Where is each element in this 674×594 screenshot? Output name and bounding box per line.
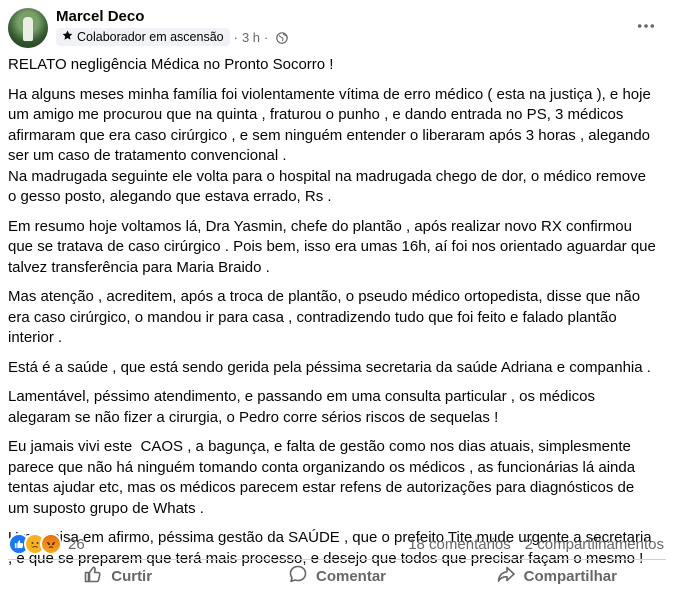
action-bar: Curtir Comentar Compartilhar bbox=[8, 561, 666, 591]
post-paragraph: RELATO negligência Médica no Pronto Soco… bbox=[8, 56, 334, 73]
avatar[interactable] bbox=[8, 8, 48, 48]
post-paragraph: Mas atenção , acreditem, após a troca de… bbox=[8, 288, 645, 346]
post-paragraph: Lamentável, péssimo atendimento, e passa… bbox=[8, 388, 600, 426]
comments-count[interactable]: 18 comentários bbox=[408, 536, 511, 553]
engagement-stats: 26 18 comentários 2 compartilhamentos bbox=[8, 533, 664, 555]
comment-icon bbox=[288, 564, 308, 588]
separator-dot: · bbox=[233, 29, 238, 45]
post-paragraph: Em resumo hoje voltamos lá, Dra Yasmin, … bbox=[8, 217, 661, 276]
comment-label: Comentar bbox=[315, 567, 386, 585]
share-icon bbox=[496, 564, 516, 588]
comment-button[interactable]: Comentar bbox=[227, 561, 446, 591]
stats-right: 18 comentários 2 compartilhamentos bbox=[408, 536, 664, 553]
angry-reaction-icon bbox=[40, 533, 62, 555]
post-paragraph: Ha alguns meses minha família foi violen… bbox=[8, 85, 651, 206]
globe-icon bbox=[272, 30, 289, 45]
facebook-post: Marcel Deco Colaborador em ascensão · 3 … bbox=[0, 0, 674, 594]
thumbs-up-icon bbox=[83, 564, 103, 588]
like-button[interactable]: Curtir bbox=[8, 561, 227, 591]
post-body: RELATO negligência Médica no Pronto Soco… bbox=[8, 55, 658, 578]
more-options-icon[interactable] bbox=[634, 14, 658, 38]
badge-label: Colaborador em ascensão bbox=[77, 30, 224, 44]
post-header: Marcel Deco Colaborador em ascensão · 3 … bbox=[8, 4, 666, 48]
post-paragraph: Eu jamais vivi este CAOS , a bagunça, e … bbox=[8, 438, 640, 517]
star-icon bbox=[62, 30, 73, 44]
like-label: Curtir bbox=[111, 567, 153, 585]
share-label: Compartilhar bbox=[523, 567, 617, 585]
contributor-badge[interactable]: Colaborador em ascensão bbox=[56, 28, 230, 46]
post-meta: Colaborador em ascensão · 3 h · bbox=[56, 28, 289, 46]
share-button[interactable]: Compartilhar bbox=[447, 561, 666, 591]
separator-dot: · bbox=[264, 29, 269, 45]
divider bbox=[8, 559, 666, 560]
reaction-count: 26 bbox=[68, 535, 85, 553]
author-name[interactable]: Marcel Deco bbox=[56, 8, 144, 25]
reactions-summary[interactable]: 26 bbox=[8, 533, 85, 555]
post-time[interactable]: 3 h bbox=[242, 30, 260, 45]
shares-count[interactable]: 2 compartilhamentos bbox=[525, 536, 664, 553]
post-paragraph: Está é a saúde , que está sendo gerida p… bbox=[8, 358, 651, 376]
